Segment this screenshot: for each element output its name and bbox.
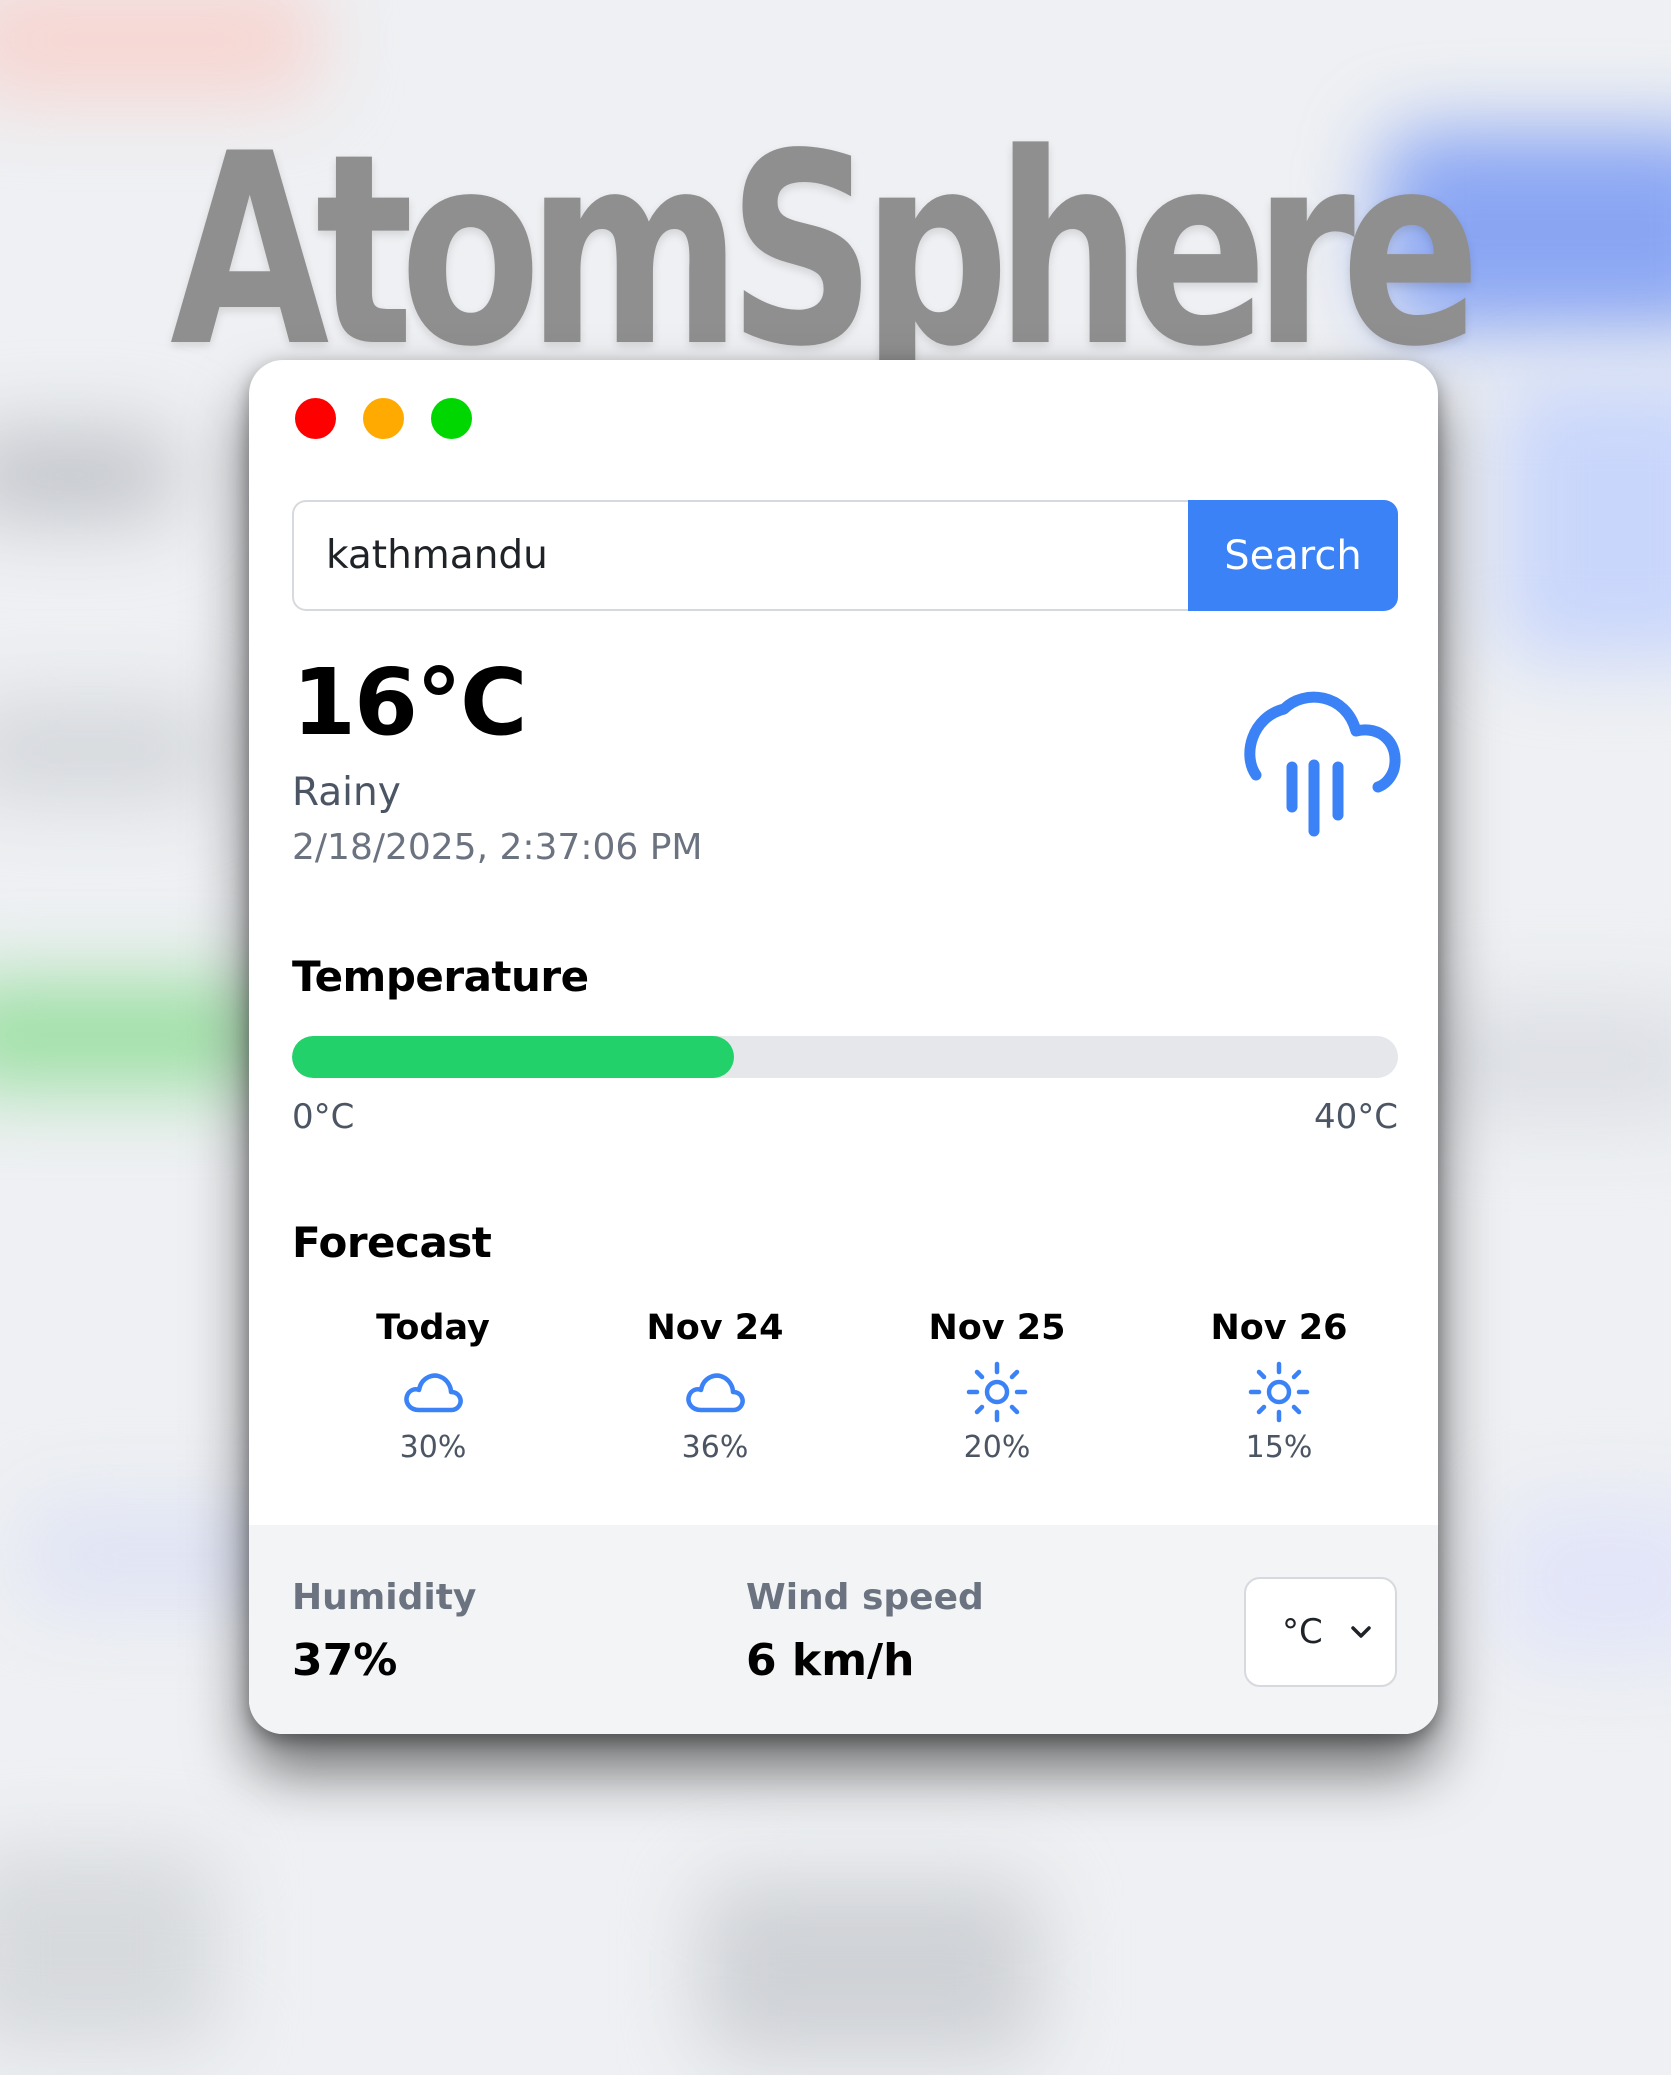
- forecast-day-label: Nov 24: [646, 1308, 784, 1348]
- forecast-list: Today 30% Nov 24 36% Nov 25 20% Nov 26 1…: [292, 1308, 1422, 1465]
- cloud-rain-icon: [1244, 691, 1401, 837]
- maximize-window-button[interactable]: [431, 398, 472, 439]
- wind-speed-value: 6 km/h: [746, 1635, 915, 1686]
- close-window-button[interactable]: [295, 398, 336, 439]
- city-search-input[interactable]: [292, 500, 1188, 611]
- temperature-max-label: 40°C: [1313, 1097, 1398, 1137]
- current-datetime: 2/18/2025, 2:37:06 PM: [292, 827, 703, 868]
- temperature-min-label: 0°C: [292, 1097, 355, 1137]
- weather-app-window: Search 16°C Rainy 2/18/2025, 2:37:06 PM …: [249, 360, 1438, 1734]
- forecast-day-label: Nov 26: [1210, 1308, 1348, 1348]
- forecast-day-label: Today: [376, 1308, 490, 1348]
- temperature-bar: [292, 1036, 1398, 1078]
- humidity-value: 37%: [292, 1635, 398, 1686]
- forecast-day-percent: 30%: [399, 1430, 467, 1465]
- unit-select-value: °C: [1282, 1612, 1323, 1652]
- brand-title: AtomSphere: [170, 98, 1481, 405]
- search-bar: Search: [292, 500, 1398, 611]
- sun-icon: [966, 1361, 1028, 1423]
- forecast-section-title: Forecast: [292, 1218, 492, 1267]
- forecast-day-percent: 36%: [681, 1430, 749, 1465]
- current-temperature: 16°C: [292, 649, 528, 756]
- weather-condition: Rainy: [292, 770, 401, 815]
- weather-details-footer: Humidity 37% Wind speed 6 km/h °C: [249, 1525, 1438, 1734]
- humidity-label: Humidity: [292, 1577, 477, 1618]
- forecast-day: Nov 24 36%: [574, 1308, 856, 1465]
- chevron-down-icon: [1351, 1626, 1371, 1638]
- search-button[interactable]: Search: [1188, 500, 1398, 611]
- wind-speed-label: Wind speed: [746, 1577, 984, 1618]
- forecast-day: Nov 26 15%: [1138, 1308, 1420, 1465]
- cloud-icon: [686, 1373, 745, 1413]
- window-controls: [295, 398, 472, 439]
- forecast-day-label: Nov 25: [928, 1308, 1066, 1348]
- temperature-bar-fill: [292, 1036, 735, 1078]
- forecast-day: Nov 25 20%: [856, 1308, 1138, 1465]
- forecast-day: Today 30%: [292, 1308, 574, 1465]
- minimize-window-button[interactable]: [363, 398, 404, 439]
- sun-icon: [1248, 1361, 1310, 1423]
- cloud-icon: [404, 1373, 463, 1413]
- temperature-section-title: Temperature: [292, 952, 589, 1001]
- forecast-day-percent: 15%: [1245, 1430, 1313, 1465]
- forecast-day-percent: 20%: [963, 1430, 1031, 1465]
- unit-select[interactable]: °C: [1244, 1577, 1397, 1687]
